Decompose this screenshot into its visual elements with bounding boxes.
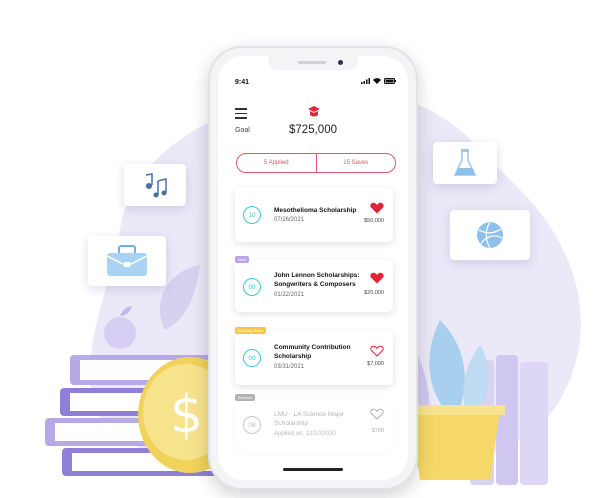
scholarship-card-expired[interactable]: Expired 08 LMU - LA Science Major Schola… — [235, 394, 393, 452]
briefcase-icon — [106, 245, 148, 276]
days-left-badge: 08 — [243, 416, 261, 434]
music-tile — [124, 164, 186, 206]
expiring-soon-badge: Expiring Soon — [235, 327, 266, 334]
applied-saves-toggle: 5 Applied 15 Saves — [236, 153, 396, 173]
battery-icon — [384, 78, 396, 84]
scholarship-date: 01/22/2021 — [274, 292, 305, 298]
expired-badge: Expired — [235, 394, 255, 401]
svg-text:$: $ — [170, 385, 203, 445]
days-left-badge: 09 — [243, 278, 261, 296]
music-notes-icon — [145, 173, 167, 198]
phone-frame: 9:41 Goal $725,000 5 Applied 15 Saves 10… — [208, 46, 418, 490]
wifi-icon — [373, 78, 381, 84]
flask-tile — [433, 142, 497, 184]
briefcase-tile — [88, 236, 166, 286]
heart-icon[interactable] — [370, 202, 384, 214]
heart-outline-icon[interactable] — [370, 345, 384, 357]
scholarship-card[interactable]: Expiring Soon 09 Community Contribution … — [235, 327, 393, 385]
signal-icon — [361, 78, 370, 84]
scholarship-date: Applied on: 12/10/2020 — [274, 431, 336, 437]
hamburger-menu-button[interactable] — [235, 108, 247, 122]
plant-pot — [410, 410, 500, 480]
status-time: 9:41 — [235, 79, 250, 86]
heart-outline-icon[interactable] — [370, 408, 384, 420]
ball-icon — [477, 221, 503, 249]
home-indicator[interactable] — [283, 468, 343, 471]
scholarship-amount: $700 — [371, 428, 384, 434]
book-spine — [496, 355, 518, 485]
scholarship-amount: $20,000 — [364, 290, 384, 296]
scholarship-card[interactable]: 10 Mesothelioma Scholarship 07/26/2021 $… — [235, 188, 393, 242]
phone-notch — [268, 56, 358, 70]
scholarship-title: LMU - LA Science Major Scholarship — [274, 411, 345, 427]
goal-amount: $725,000 — [289, 124, 337, 136]
graduation-cap-logo-icon — [308, 106, 320, 117]
app-screen: 9:41 Goal $725,000 5 Applied 15 Saves 10… — [218, 56, 408, 480]
flask-icon — [453, 149, 477, 176]
new-badge: New — [235, 256, 250, 263]
scholarship-title: Community Contribution Scholarship — [274, 344, 351, 360]
heart-icon[interactable] — [370, 272, 384, 284]
scholarship-card[interactable]: New 09 John Lennon Scholarships: Songwri… — [235, 256, 393, 312]
scholarship-title: Mesothelioma Scholarship — [274, 207, 357, 214]
scholarship-date: 07/26/2021 — [274, 217, 305, 223]
book-spine — [520, 362, 548, 485]
scholarship-amount: $50,000 — [364, 218, 384, 224]
scholarship-amount: $7,000 — [367, 361, 384, 367]
scholarship-title: John Lennon Scholarships: Songwriters & … — [274, 272, 360, 288]
days-left-badge: 10 — [243, 206, 261, 224]
days-left-badge: 09 — [243, 349, 261, 367]
ball-tile — [450, 210, 530, 260]
tab-saves[interactable]: 15 Saves — [317, 154, 396, 172]
tab-applied[interactable]: 5 Applied — [237, 154, 317, 172]
status-icons — [361, 78, 396, 84]
scholarship-date: 03/31/2021 — [274, 364, 305, 370]
